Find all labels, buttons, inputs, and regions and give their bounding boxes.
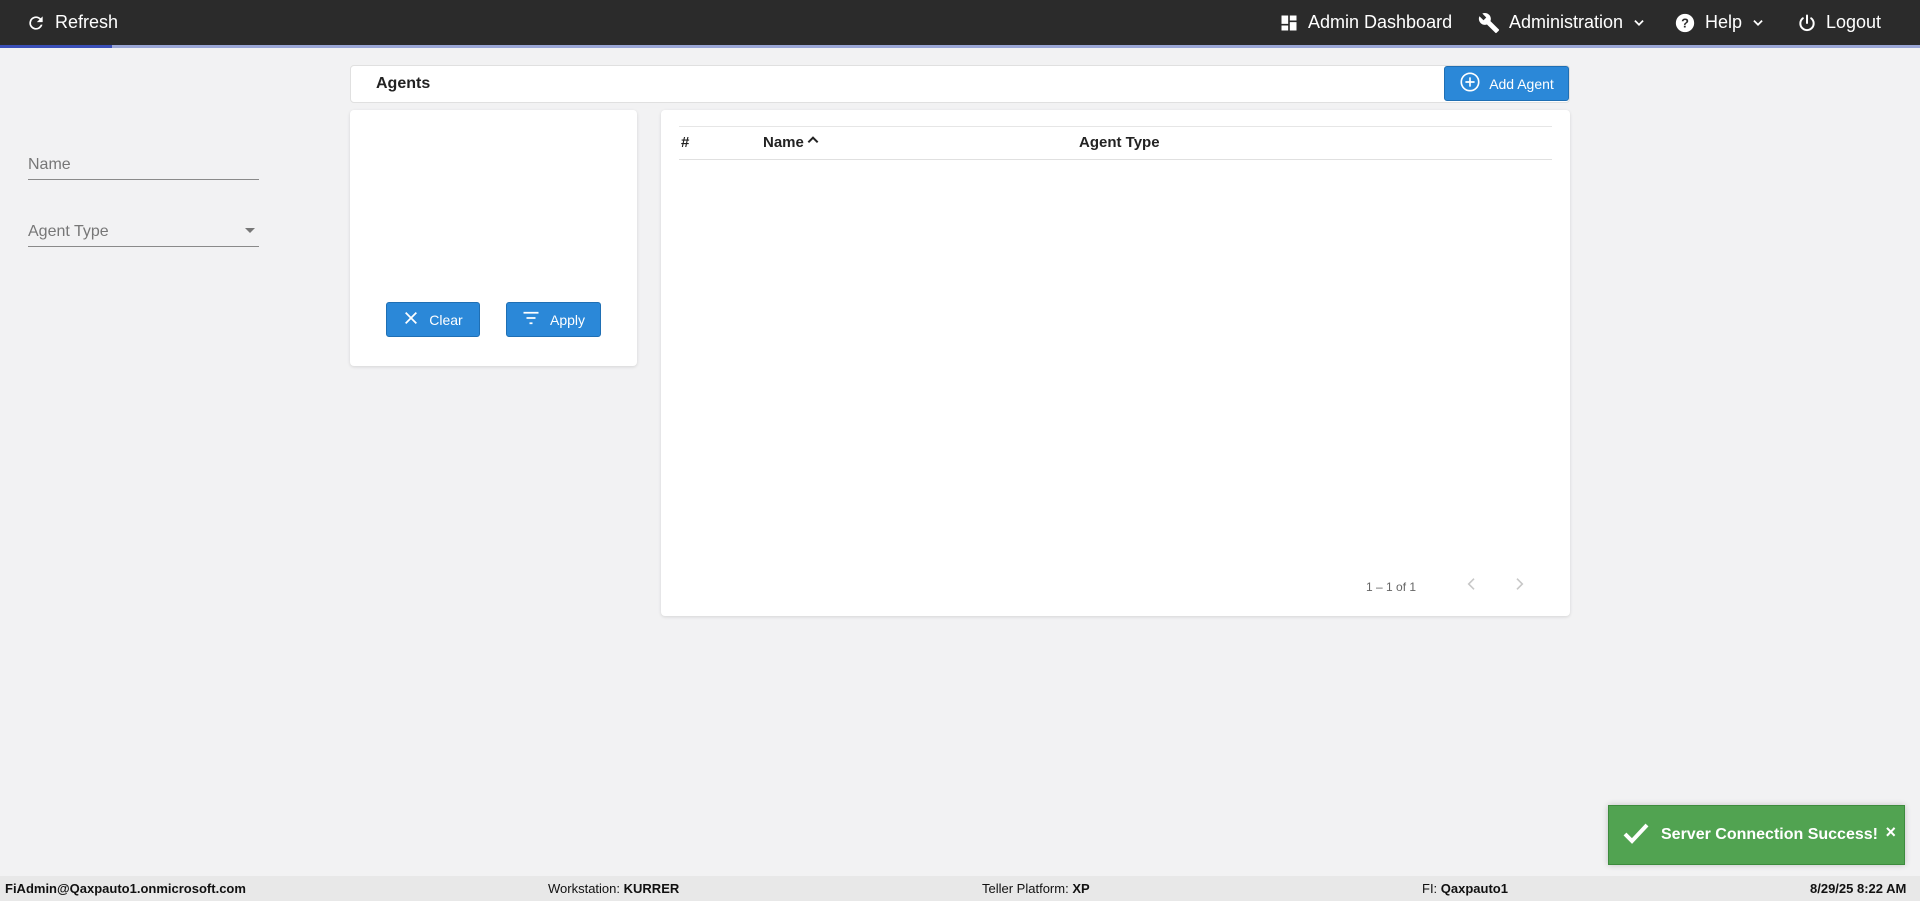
column-header-agent-type: Agent Type <box>1079 134 1160 151</box>
fi-label: FI: <box>1422 881 1438 896</box>
chevron-right-icon <box>1511 576 1527 597</box>
agent-type-label: Agent Type <box>28 223 109 240</box>
logout-button[interactable]: Logout <box>1797 0 1881 45</box>
refresh-label: Refresh <box>55 12 119 32</box>
column-header-number: # <box>681 134 690 151</box>
success-toast: Server Connection Success! × <box>1608 805 1905 865</box>
add-circle-icon <box>1459 71 1481 96</box>
fi-value: Qaxpauto1 <box>1440 881 1508 896</box>
top-nav-bar: Refresh Admin Dashboard Administration ?… <box>0 0 1920 48</box>
sort-ascending-icon <box>806 127 820 159</box>
name-filter-field[interactable] <box>28 150 259 180</box>
page-header: Agents <box>350 65 1570 103</box>
chevron-down-icon <box>1632 16 1646 30</box>
next-page-button[interactable] <box>1507 574 1531 598</box>
wrench-icon <box>1478 12 1500 34</box>
admin-dashboard-link[interactable]: Admin Dashboard <box>1279 0 1452 45</box>
teller-platform-value: XP <box>1072 881 1090 896</box>
teller-platform-label: Teller Platform: <box>982 881 1069 896</box>
page-title: Agents <box>376 75 431 92</box>
power-icon <box>1797 13 1817 33</box>
clear-button[interactable]: Clear <box>386 302 480 337</box>
filter-icon <box>522 310 540 329</box>
administration-label: Administration <box>1509 12 1624 32</box>
admin-dashboard-label: Admin Dashboard <box>1308 12 1453 32</box>
add-agent-button[interactable]: Add Agent <box>1444 66 1569 101</box>
agent-type-select[interactable]: Agent Type <box>28 217 259 247</box>
status-bar: FiAdmin@Qaxpauto1.onmicrosoft.com Workst… <box>0 876 1920 901</box>
name-input[interactable] <box>28 150 259 174</box>
pagination-range: 1 – 1 of 1 <box>1366 580 1417 594</box>
table-header-row: # Name Agent Type <box>679 126 1552 160</box>
previous-page-button[interactable] <box>1460 574 1484 598</box>
workstation-label: Workstation: <box>548 881 621 896</box>
agents-table-panel <box>661 110 1570 616</box>
workstation-value: KURRER <box>623 881 680 896</box>
status-user: FiAdmin@Qaxpauto1.onmicrosoft.com <box>5 881 246 896</box>
help-menu[interactable]: ? Help <box>1674 0 1765 45</box>
help-icon: ? <box>1674 12 1696 34</box>
refresh-button[interactable]: Refresh <box>26 0 118 45</box>
svg-text:?: ? <box>1681 15 1689 30</box>
add-agent-label: Add Agent <box>1489 75 1554 92</box>
apply-label: Apply <box>549 311 586 328</box>
dashboard-icon <box>1279 13 1299 33</box>
loading-progress-fill <box>0 45 112 48</box>
column-header-name[interactable]: Name <box>763 127 820 159</box>
status-fi: FI: Qaxpauto1 <box>1422 876 1508 901</box>
toast-message: Server Connection Success! <box>1661 826 1878 843</box>
toast-close-button[interactable]: × <box>1885 822 1896 843</box>
checkmark-icon <box>1623 822 1649 849</box>
logout-label: Logout <box>1826 12 1882 32</box>
status-datetime: 8/29/25 8:22 AM <box>1810 881 1907 896</box>
help-label: Help <box>1705 12 1743 32</box>
apply-button[interactable]: Apply <box>506 302 601 337</box>
status-teller-platform: Teller Platform: XP <box>982 876 1090 901</box>
dropdown-arrow-icon <box>245 228 255 233</box>
status-workstation: Workstation: KURRER <box>548 876 679 901</box>
chevron-left-icon <box>1464 576 1480 597</box>
clear-label: Clear <box>429 311 463 328</box>
loading-progress-bar <box>0 45 1920 48</box>
administration-menu[interactable]: Administration <box>1478 0 1646 45</box>
chevron-down-icon <box>1751 16 1765 30</box>
refresh-icon <box>26 13 46 33</box>
close-icon <box>403 310 419 329</box>
column-header-name-label: Name <box>763 134 804 151</box>
